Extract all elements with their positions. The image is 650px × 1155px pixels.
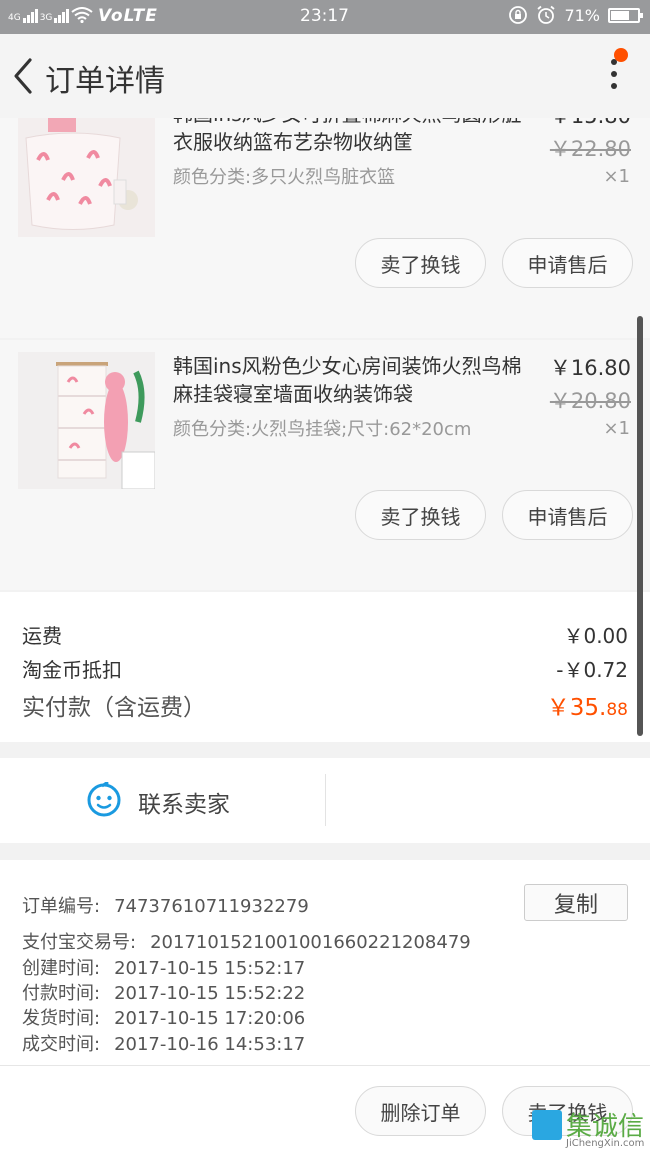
paid-total-label: 实付款（含运费）	[22, 695, 206, 721]
sell-for-cash-button[interactable]: 卖了换钱	[355, 490, 486, 540]
closed-row: 成交时间: 2017-10-16 14:53:17	[22, 1030, 305, 1056]
battery-icon	[608, 7, 643, 23]
laundry-basket-image	[18, 118, 155, 237]
order-number-label: 订单编号:	[22, 896, 101, 917]
chat-smile-icon[interactable]	[86, 782, 122, 818]
product-thumbnail[interactable]	[18, 118, 155, 237]
product-price: ￥15.80	[550, 118, 631, 130]
copy-button[interactable]: 复制	[524, 884, 628, 921]
product-quantity: ×1	[603, 166, 630, 187]
network-type-right: 3G	[39, 13, 53, 23]
order-info: 订单编号: 74737610711932279 复制 支付宝交易号: 2017101…	[0, 860, 650, 1065]
watermark: 集诚信 JiChengXin.com	[530, 1104, 648, 1154]
paid-total-main: ￥35.	[546, 695, 607, 721]
delete-order-button[interactable]: 删除订单	[355, 1086, 486, 1136]
alarm-icon	[537, 5, 556, 24]
hanging-organizer-image	[18, 352, 155, 489]
paid-total-value: ￥35.88	[547, 688, 628, 722]
shipping-row: 运费 ￥0.00	[22, 620, 628, 649]
nav-bar: 订单详情	[0, 34, 650, 118]
product-original-price: ￥20.80	[549, 389, 631, 413]
back-arrow-icon[interactable]	[8, 56, 38, 96]
alipay-label: 支付宝交易号:	[22, 932, 137, 953]
paid-total-row: 实付款（含运费） ￥35.88	[22, 688, 628, 722]
watermark-logo	[532, 1110, 562, 1140]
shipped-value: 2017-10-15 17:20:06	[114, 1008, 306, 1029]
shipped-row: 发货时间: 2017-10-15 17:20:06	[22, 1004, 305, 1030]
product-original-price: ￥22.80	[549, 137, 631, 161]
status-bar: 4G 3G VoLTE 23:17 71%	[0, 0, 650, 34]
notification-dot	[614, 48, 628, 62]
clock: 23:17	[300, 6, 349, 26]
created-row: 创建时间: 2017-10-15 15:52:17	[22, 954, 305, 980]
coin-deduction-row: 淘金币抵扣 -￥0.72	[22, 654, 628, 683]
created-value: 2017-10-15 15:52:17	[114, 958, 306, 979]
created-label: 创建时间:	[22, 958, 101, 979]
status-right: 71%	[508, 5, 643, 25]
product-thumbnail[interactable]	[18, 352, 155, 489]
after-sales-button[interactable]: 申请售后	[502, 238, 633, 288]
sell-for-cash-button[interactable]: 卖了换钱	[355, 238, 486, 288]
shipped-label: 发货时间:	[22, 1008, 101, 1029]
shipping-value: ￥0.00	[563, 624, 628, 648]
closed-value: 2017-10-16 14:53:17	[114, 1034, 306, 1055]
contact-seller-bar: 联系卖家	[0, 758, 650, 843]
order-item[interactable]: 韩国ins风少女可折叠棉麻火烈鸟圆形脏衣服收纳篮布艺杂物收纳筐 颜色分类:多只火…	[0, 118, 650, 338]
contact-seller-button[interactable]: 联系卖家	[138, 785, 230, 819]
signal-indicators: 4G 3G	[8, 7, 94, 23]
divider	[325, 774, 326, 826]
order-item[interactable]: 韩国ins风粉色少女心房间装饰火烈鸟棉麻挂袋寝室墙面收纳装饰袋 颜色分类:火烈鸟…	[0, 340, 650, 590]
volte-indicator: VoLTE	[98, 6, 158, 26]
coin-deduction-value: -￥0.72	[556, 658, 628, 682]
order-number-value: 74737610711932279	[114, 896, 309, 917]
product-quantity: ×1	[603, 418, 630, 439]
price-summary: 运费 ￥0.00 淘金币抵扣 -￥0.72 实付款（含运费） ￥35.88	[0, 592, 650, 742]
product-price: ￥16.80	[549, 356, 631, 380]
coin-deduction-label: 淘金币抵扣	[22, 658, 122, 682]
paid-time-value: 2017-10-15 15:52:22	[114, 983, 306, 1004]
after-sales-button[interactable]: 申请售后	[502, 490, 633, 540]
product-sku: 颜色分类:多只火烈鸟脏衣篮	[173, 167, 396, 188]
wifi-icon	[71, 7, 94, 23]
paid-time-row: 付款时间: 2017-10-15 15:52:22	[22, 979, 305, 1005]
order-number-row: 订单编号: 74737610711932279	[22, 892, 309, 918]
network-type-left: 4G	[8, 13, 21, 23]
product-sku: 颜色分类:火烈鸟挂袋;尺寸:62*20cm	[173, 419, 472, 440]
more-menu-icon[interactable]	[608, 59, 620, 95]
alipay-row: 支付宝交易号: 2017101521001001660221208479	[22, 928, 471, 954]
signal-bars-icon	[22, 7, 38, 23]
scrollbar[interactable]	[637, 316, 643, 736]
product-name[interactable]: 韩国ins风粉色少女心房间装饰火烈鸟棉麻挂袋寝室墙面收纳装饰袋	[173, 352, 533, 408]
product-name[interactable]: 韩国ins风少女可折叠棉麻火烈鸟圆形脏衣服收纳篮布艺杂物收纳筐	[173, 118, 533, 156]
alipay-value: 2017101521001001660221208479	[150, 932, 471, 953]
paid-time-label: 付款时间:	[22, 983, 101, 1004]
battery-percent: 71%	[564, 5, 600, 25]
order-detail-content: 韩国ins风少女可折叠棉麻火烈鸟圆形脏衣服收纳篮布艺杂物收纳筐 颜色分类:多只火…	[0, 118, 650, 1155]
page-title: 订单详情	[45, 64, 165, 99]
battery-level	[611, 10, 629, 20]
watermark-domain: JiChengXin.com	[566, 1138, 645, 1149]
paid-total-cents: 88	[606, 700, 628, 720]
shipping-label: 运费	[22, 624, 62, 648]
lock-rotation-icon	[509, 6, 528, 24]
closed-label: 成交时间:	[22, 1034, 101, 1055]
signal-bars-icon-2	[54, 7, 70, 23]
